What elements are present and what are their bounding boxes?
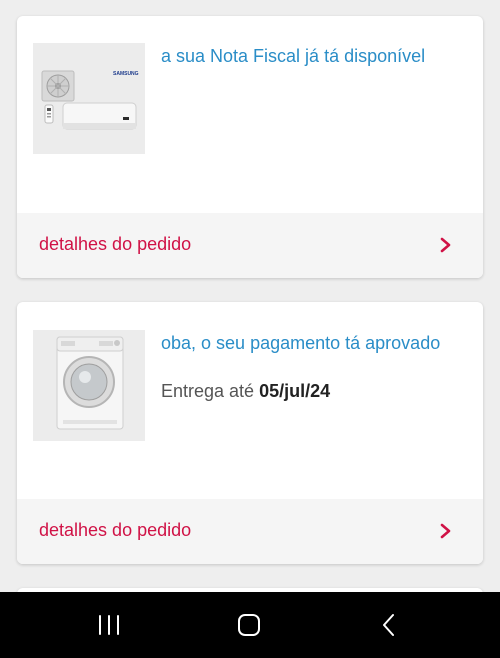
brand-logo: SAMSUNG bbox=[113, 71, 139, 77]
back-icon[interactable] bbox=[378, 612, 400, 638]
delivery-info: Entrega até 05/jul/24 bbox=[161, 381, 330, 402]
order-details-link[interactable]: detalhes do pedido bbox=[17, 213, 483, 278]
air-conditioner-image: SAMSUNG bbox=[33, 43, 145, 154]
order-card[interactable]: SAMSUNG a sua Nota Fiscal já tá disponív… bbox=[17, 16, 483, 278]
washing-machine-image bbox=[33, 330, 145, 441]
recents-icon[interactable] bbox=[96, 612, 122, 638]
order-card-body[interactable]: SAMSUNG a sua Nota Fiscal já tá disponív… bbox=[17, 16, 483, 213]
chevron-right-icon bbox=[440, 523, 451, 539]
order-details-label: detalhes do pedido bbox=[39, 234, 192, 254]
delivery-label: Entrega até bbox=[161, 381, 260, 401]
order-details-label: detalhes do pedido bbox=[39, 520, 192, 540]
home-icon[interactable] bbox=[236, 612, 262, 638]
chevron-right-icon bbox=[440, 237, 451, 253]
delivery-date: 05/jul/24 bbox=[259, 381, 331, 401]
order-status-title: a sua Nota Fiscal já tá disponível bbox=[161, 46, 426, 66]
order-status-title: oba, o seu pagamento tá aprovado bbox=[161, 333, 441, 353]
system-navigation-bar bbox=[0, 592, 500, 658]
order-card-body[interactable]: oba, o seu pagamento tá aprovado Entrega… bbox=[17, 302, 483, 499]
order-card[interactable]: oba, o seu pagamento tá aprovado Entrega… bbox=[17, 302, 483, 564]
order-details-link[interactable]: detalhes do pedido bbox=[17, 499, 483, 564]
